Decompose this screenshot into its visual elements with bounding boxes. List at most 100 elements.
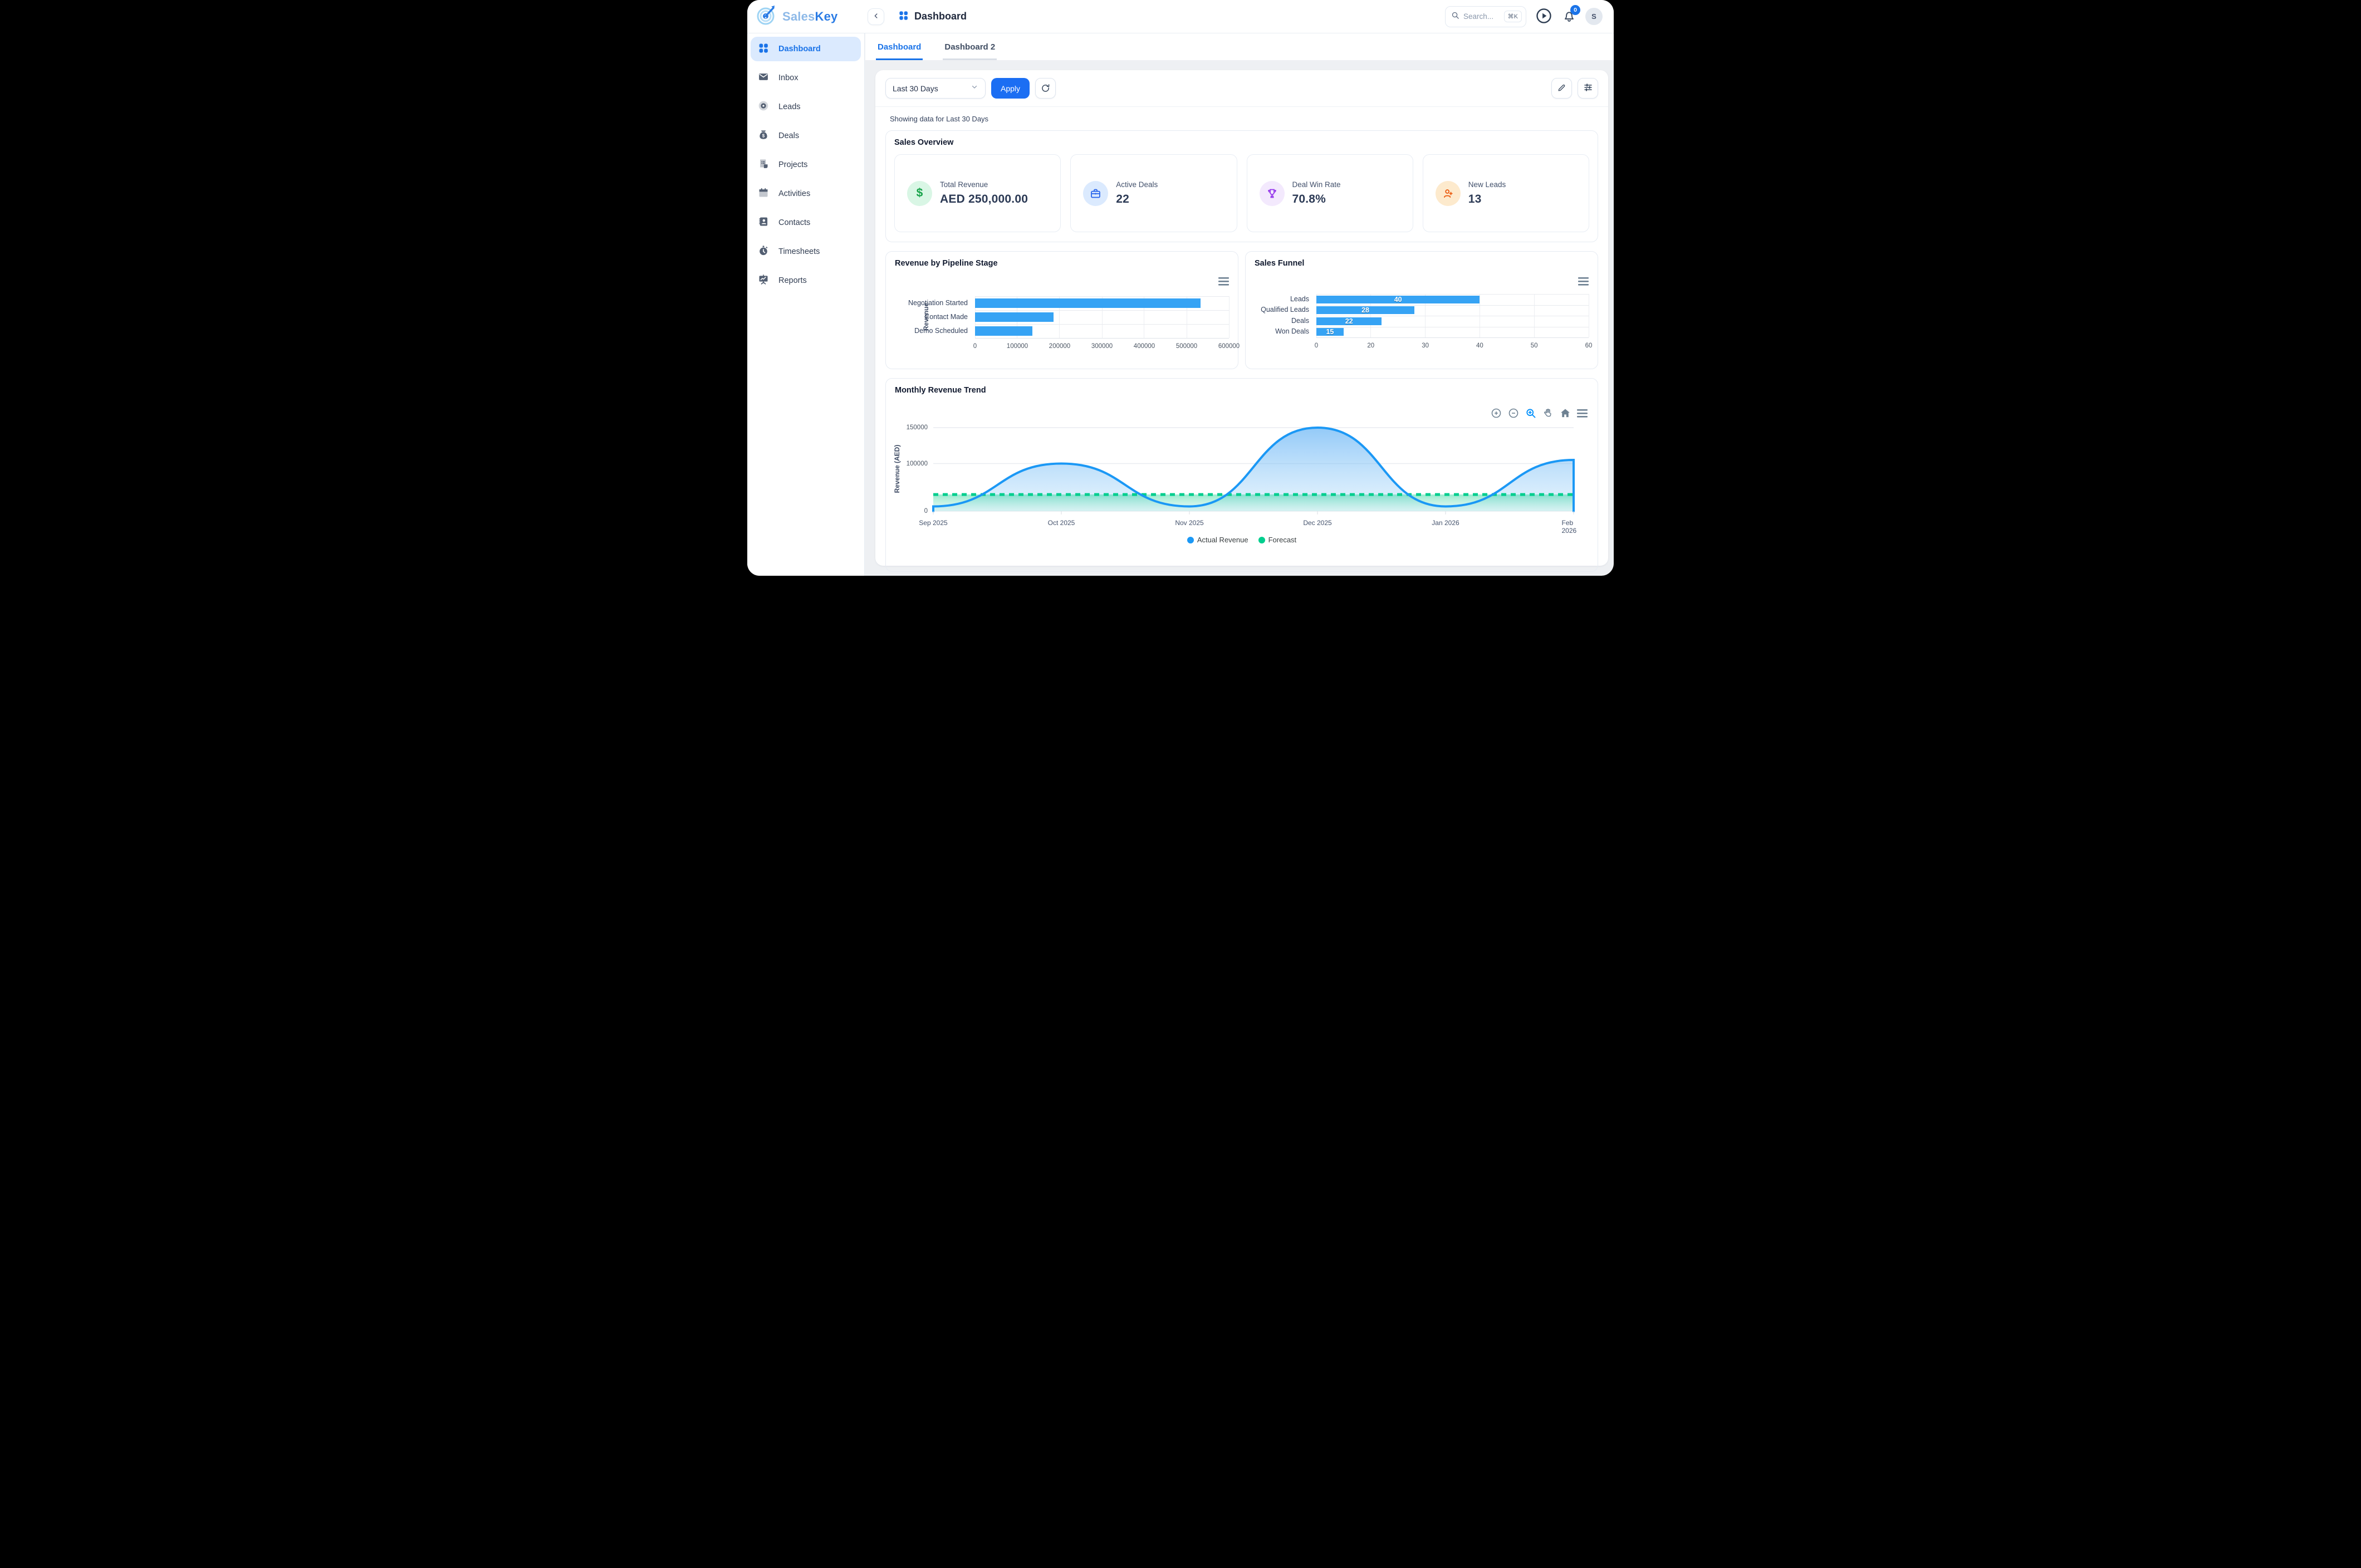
sidebar-item-contacts[interactable]: Contacts [751,210,861,235]
edit-dashboard-button[interactable] [1551,78,1572,99]
legend-item-forecast[interactable]: Forecast [1258,536,1297,544]
x-tick-label: Dec 2025 [1303,519,1331,527]
stat-text: Active Deals 22 [1116,180,1158,206]
stat-label: New Leads [1468,180,1506,189]
legend-item-actual-revenue[interactable]: Actual Revenue [1187,536,1248,544]
pan-hand-button[interactable] [1542,408,1554,419]
bar-data-label: 28 [1361,306,1369,314]
search-shortcut-kbd: ⌘K [1504,11,1522,22]
leads-target-icon [758,100,769,114]
notifications-button[interactable]: 0 [1562,9,1576,24]
chart-plot-area[interactable]: 0203040506040282215 [1316,294,1589,337]
sidebar-item-label: Leads [778,102,801,111]
chart-legend: Actual Revenue Forecast [886,536,1598,544]
money-bag-icon: $ [758,129,769,143]
chart-toolbar [1491,408,1588,419]
menu-button[interactable] [1577,409,1588,418]
funnel-chart-card: Sales Funnel0203040506040282215LeadsQual… [1245,251,1598,369]
divider [875,106,1608,107]
stat-text: New Leads 13 [1468,180,1506,206]
topbar-actions: Search... ⌘K 0 S [1445,6,1614,27]
bar-demo-scheduled[interactable] [975,326,1032,336]
category-label: Won Deals [1251,327,1309,335]
search-input[interactable]: Search... ⌘K [1445,6,1526,27]
stat-value: 13 [1468,193,1506,206]
trend-chart-plot[interactable] [933,428,1574,517]
refresh-button[interactable] [1035,78,1056,99]
selection-zoom-icon [1525,408,1536,419]
bar-contact-made[interactable] [975,312,1054,322]
home-button[interactable] [1560,408,1571,419]
chart-plot-area[interactable]: 0100000200000300000400000500000600000 [975,296,1229,338]
sidebar-item-label: Inbox [778,74,798,82]
sidebar-item-label: Dashboard [778,45,821,53]
selection-zoom-button[interactable] [1525,408,1536,419]
search-placeholder: Search... [1463,12,1500,21]
sidebar-item-projects[interactable]: Projects [751,153,861,177]
stat-label: Active Deals [1116,180,1158,189]
stat-text: Total RevenueAED 250,000.00 [940,180,1028,206]
zoom-out-icon [1508,408,1519,419]
tab-bar: Dashboard Dashboard 2 [865,33,1614,60]
x-tick-label: 300000 [1091,343,1113,350]
sidebar-item-leads[interactable]: Leads [751,95,861,119]
svg-text:$: $ [762,133,765,138]
zoom-in-button[interactable] [1491,408,1502,419]
zoom-out-button[interactable] [1508,408,1519,419]
report-chart-icon [758,274,769,288]
x-tick-label: 0 [973,343,977,350]
sliders-icon [1583,82,1593,94]
refresh-icon [1041,83,1050,94]
projects-doc-icon [758,158,769,172]
category-label: Contact Made [908,313,968,321]
tab-dashboard[interactable]: Dashboard [876,42,923,60]
sidebar-item-inbox[interactable]: Inbox [751,66,861,90]
sidebar-item-label: Contacts [778,218,810,227]
avatar[interactable]: S [1585,8,1603,25]
row-separator [1316,294,1589,295]
briefcase-icon [1083,181,1108,206]
sidebar-item-label: Projects [778,160,807,169]
brand-logo[interactable]: SalesKey [747,3,865,30]
gridline [1229,296,1230,338]
category-label: Leads [1251,295,1309,303]
sidebar-item-activities[interactable]: Activities [751,182,861,206]
sidebar-item-timesheets[interactable]: Timesheets [751,239,861,264]
trend-chart-card: Monthly Revenue Trend1500001000000Revenu… [885,378,1598,572]
target-logo-icon [755,3,778,30]
search-icon [1451,11,1459,22]
y-tick-label: 150000 [894,424,928,431]
row-separator [1316,305,1589,306]
category-label: Deals [1251,317,1309,325]
sidebar-collapse-button[interactable] [868,8,884,25]
row-separator [975,310,1229,311]
chart-title: Monthly Revenue Trend [895,386,1589,395]
bar-negotiation-started[interactable] [975,298,1201,308]
stat-label: Total Revenue [940,180,1028,189]
x-tick-label: 60 [1585,342,1593,349]
dashboard-settings-button[interactable] [1578,78,1598,99]
bar-chart-pipeline[interactable]: Revenue010000020000030000040000050000060… [886,252,1238,369]
date-range-select[interactable]: Last 30 Days [885,78,986,99]
sidebar-item-reports[interactable]: Reports [751,268,861,293]
x-tick-label: 400000 [1134,343,1155,350]
x-tick-label: 500000 [1176,343,1197,350]
calendar-icon [758,187,769,201]
play-button[interactable] [1536,8,1552,26]
bar-chart-funnel[interactable]: 0203040506040282215LeadsQualified LeadsD… [1246,252,1598,369]
stat-value: 22 [1116,193,1158,206]
stat-card-deal-win-rate: Deal Win Rate70.8% [1247,154,1413,232]
sidebar-item-dashboard[interactable]: Dashboard [751,37,861,61]
page-title: Dashboard [914,11,967,22]
sidebar-item-deals[interactable]: $ Deals [751,124,861,148]
sidebar-item-label: Deals [778,131,799,140]
bar-data-label: 15 [1326,328,1334,336]
apply-button[interactable]: Apply [991,78,1030,99]
legend-marker [1187,537,1194,543]
x-tick-label: 100000 [1007,343,1028,350]
tab-dashboard-2[interactable]: Dashboard 2 [943,42,997,60]
zoom-in-icon [1491,408,1502,419]
x-tick-label: 20 [1367,342,1374,349]
home-icon [1560,408,1571,419]
menu-icon [1577,409,1588,418]
